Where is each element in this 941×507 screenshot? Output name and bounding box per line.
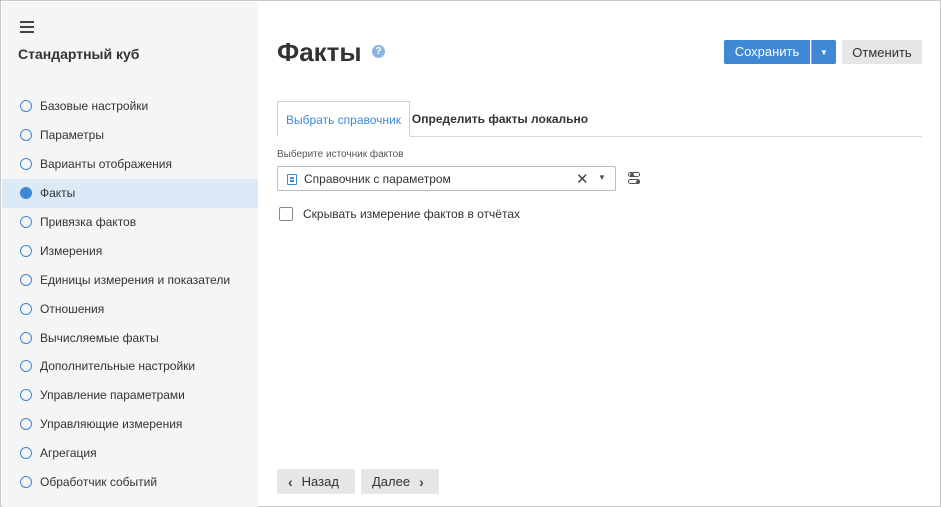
sidebar-item-label: Варианты отображения bbox=[40, 157, 173, 172]
sidebar-item-event-handler[interactable]: Обработчик событий bbox=[2, 468, 258, 497]
sidebar-item-relations[interactable]: Отношения bbox=[2, 294, 258, 323]
radio-icon bbox=[20, 447, 32, 460]
radio-icon bbox=[20, 389, 32, 402]
cancel-button[interactable]: Отменить bbox=[842, 40, 922, 64]
sidebar-nav: Базовые настройки Параметры Варианты ото… bbox=[2, 92, 258, 496]
radio-icon bbox=[20, 418, 32, 431]
tab-bar: Выбрать справочник Определить факты лока… bbox=[277, 101, 922, 137]
radio-icon bbox=[20, 100, 32, 113]
sidebar-item-base-settings[interactable]: Базовые настройки bbox=[2, 92, 258, 121]
sidebar-item-label: Обработчик событий bbox=[40, 475, 158, 490]
sidebar-item-parameters[interactable]: Параметры bbox=[2, 121, 258, 150]
chevron-left-icon: ‹ bbox=[288, 473, 293, 490]
sidebar-item-label: Измерения bbox=[40, 243, 103, 258]
sidebar-item-facts[interactable]: Факты bbox=[2, 178, 258, 208]
sidebar-item-dimensions[interactable]: Измерения bbox=[2, 236, 258, 265]
source-combobox-value: Справочник с параметром bbox=[304, 172, 451, 186]
sidebar: Стандартный куб Базовые настройки Параме… bbox=[2, 2, 258, 507]
sidebar-item-label: Факты bbox=[40, 186, 76, 201]
radio-icon bbox=[20, 216, 32, 228]
radio-icon bbox=[20, 158, 32, 171]
sidebar-item-label: Привязка фактов bbox=[40, 215, 137, 229]
radio-icon bbox=[20, 129, 32, 142]
sidebar-item-label: Управляющие измерения bbox=[40, 417, 183, 432]
back-button-label: Назад bbox=[301, 474, 339, 489]
sidebar-item-aggregation[interactable]: Агрегация bbox=[2, 439, 258, 468]
sidebar-item-label: Дополнительные настройки bbox=[40, 359, 196, 374]
clear-icon[interactable]: ✕ bbox=[576, 170, 589, 188]
next-button[interactable]: Далее › bbox=[361, 469, 439, 494]
main-panel: Факты ? Сохранить ▼ Отменить Выбрать спр… bbox=[258, 2, 941, 507]
save-button-group: Сохранить ▼ bbox=[724, 40, 836, 64]
sidebar-item-label: Отношения bbox=[40, 301, 105, 316]
sidebar-title: Стандартный куб bbox=[18, 46, 140, 62]
caret-down-icon: ▼ bbox=[820, 47, 828, 57]
tab-select-dictionary[interactable]: Выбрать справочник bbox=[277, 101, 410, 137]
sidebar-item-display-variants[interactable]: Варианты отображения bbox=[2, 150, 258, 179]
hide-dimension-checkbox-row[interactable]: Скрывать измерение фактов в отчётах bbox=[279, 207, 520, 221]
page-title: Факты bbox=[277, 37, 362, 67]
sidebar-item-label: Агрегация bbox=[40, 446, 97, 461]
parameters-settings-icon[interactable] bbox=[628, 171, 641, 186]
next-button-label: Далее bbox=[372, 474, 411, 489]
tab-define-facts-locally[interactable]: Определить факты локально bbox=[411, 101, 589, 137]
radio-icon bbox=[20, 360, 32, 373]
radio-icon bbox=[20, 476, 32, 489]
dictionary-icon bbox=[287, 174, 297, 185]
sidebar-item-label: Единицы измерения и показатели bbox=[40, 272, 231, 287]
radio-icon bbox=[20, 331, 32, 344]
sidebar-item-additional-settings[interactable]: Дополнительные настройки bbox=[2, 352, 258, 381]
chevron-down-icon[interactable]: ▼ bbox=[598, 173, 606, 182]
window-frame: Стандартный куб Базовые настройки Параме… bbox=[0, 0, 941, 507]
hamburger-menu-icon[interactable] bbox=[20, 21, 34, 33]
radio-icon bbox=[20, 244, 32, 257]
sidebar-item-parameter-management[interactable]: Управление параметрами bbox=[2, 381, 258, 410]
help-icon[interactable]: ? bbox=[372, 45, 385, 58]
sidebar-item-control-dimensions[interactable]: Управляющие измерения bbox=[2, 410, 258, 439]
sidebar-item-label: Базовые настройки bbox=[40, 99, 149, 114]
sidebar-item-label: Параметры bbox=[40, 128, 104, 143]
radio-icon bbox=[20, 273, 32, 286]
back-button[interactable]: ‹ Назад bbox=[277, 469, 355, 494]
save-button[interactable]: Сохранить bbox=[724, 40, 810, 64]
radio-selected-icon bbox=[20, 187, 32, 200]
hide-dimension-checkbox[interactable] bbox=[279, 207, 293, 221]
hide-dimension-label: Скрывать измерение фактов в отчётах bbox=[303, 207, 521, 221]
sidebar-item-facts-binding[interactable]: Привязка фактов bbox=[2, 208, 258, 237]
sidebar-item-label: Вычисляемые факты bbox=[40, 330, 159, 345]
radio-icon bbox=[20, 302, 32, 315]
save-dropdown-button[interactable]: ▼ bbox=[811, 40, 836, 64]
sidebar-item-units[interactable]: Единицы измерения и показатели bbox=[2, 265, 258, 294]
source-field-label: Выберите источник фактов bbox=[277, 149, 404, 160]
sidebar-item-calculated-facts[interactable]: Вычисляемые факты bbox=[2, 323, 258, 352]
sidebar-item-label: Управление параметрами bbox=[40, 388, 185, 403]
source-combobox[interactable]: Справочник с параметром ✕ ▼ bbox=[277, 166, 616, 191]
chevron-right-icon: › bbox=[419, 473, 424, 490]
